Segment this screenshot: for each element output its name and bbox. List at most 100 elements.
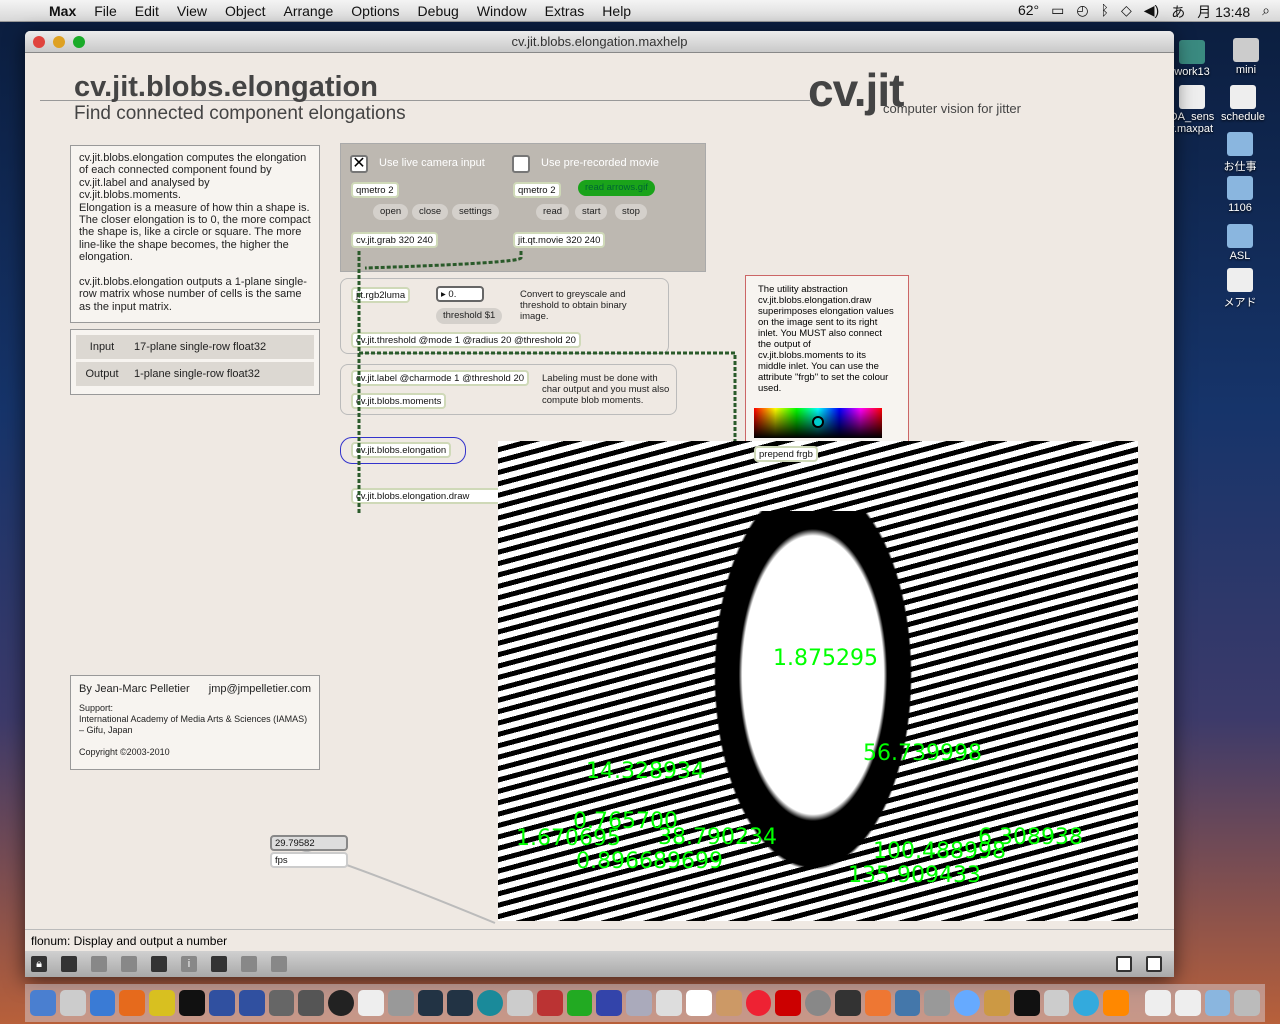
new-object-icon[interactable] [91,956,107,972]
overlay-number: 56.739998 [863,741,982,766]
app-icon[interactable] [954,990,980,1016]
arduino-icon[interactable] [477,990,503,1016]
time-machine-icon[interactable]: ◴ [1076,2,1088,22]
title-bar[interactable]: cv.jit.blobs.elongation.maxhelp [25,31,1174,53]
overlay-number: 1.670695 [516,826,621,851]
desktop-icon[interactable]: schedule [1213,85,1273,123]
app-icon[interactable] [864,990,891,1016]
dashboard-icon[interactable] [59,990,86,1016]
vlc-icon[interactable] [1103,990,1130,1016]
minimize-button[interactable] [53,36,65,48]
bluetooth-icon[interactable]: ᛒ [1101,2,1109,22]
grid-icon[interactable] [241,956,257,972]
processing-icon[interactable] [417,990,444,1016]
menu-help[interactable]: Help [593,3,640,19]
desktop-folder[interactable]: 1106 [1210,176,1270,214]
app-icon[interactable] [1043,990,1070,1016]
display-icon[interactable]: ▭ [1051,2,1064,22]
desktop-folder[interactable]: お仕事 [1210,132,1270,174]
app-icon[interactable] [1013,990,1040,1016]
menu-extras[interactable]: Extras [536,3,594,19]
trash-icon[interactable] [1234,990,1261,1016]
video-display: 1.875295 14.328934 56.739998 0.765700 38… [498,441,1138,921]
menu-object[interactable]: Object [216,3,274,19]
app-icon[interactable] [507,990,533,1016]
status-bar: flonum: Display and output a number [25,929,1174,951]
fps-number-box[interactable]: 29.79582 [270,835,348,851]
garageband-icon[interactable] [715,990,742,1016]
app-icon[interactable] [656,990,682,1016]
document-icon[interactable] [1174,990,1201,1016]
fps-label-object[interactable]: fps [270,852,348,868]
app-icon[interactable] [387,990,414,1016]
delete-icon[interactable] [121,956,137,972]
menu-view[interactable]: View [168,3,216,19]
app-icon[interactable] [805,990,831,1016]
finder-icon[interactable] [30,990,56,1016]
clock[interactable]: 月 13:48 [1197,2,1250,22]
menu-file[interactable]: File [85,3,126,19]
app-icon[interactable] [1073,990,1100,1016]
info-icon[interactable]: i [181,956,197,972]
menu-edit[interactable]: Edit [126,3,168,19]
volume-icon[interactable]: ◀) [1144,2,1159,22]
wifi-icon[interactable]: ◇ [1121,2,1132,22]
menu-arrange[interactable]: Arrange [274,3,342,19]
prepend-object[interactable]: prepend frgb [754,446,818,462]
desktop-label: work13 [1174,66,1210,78]
processing-icon[interactable] [447,990,474,1016]
zoom-button[interactable] [73,36,85,48]
folder-stack-icon[interactable] [1204,990,1231,1016]
patcher-window: cv.jit.blobs.elongation.maxhelp cv.jit.b… [25,31,1174,977]
app-icon[interactable] [984,990,1010,1016]
pd-icon[interactable] [357,990,384,1016]
desktop-folder[interactable]: ASL [1210,224,1270,262]
debug-icon[interactable] [151,956,167,972]
flash-icon[interactable] [775,990,802,1016]
desktop-label: DA_sens r.maxpat [1169,111,1215,135]
app-icon[interactable] [208,990,235,1016]
desktop-label: ASL [1229,250,1251,262]
app-icon[interactable] [149,990,176,1016]
app-icon[interactable] [536,990,563,1016]
piano-icon[interactable] [685,990,712,1016]
desktop-icon[interactable]: メアド [1210,268,1270,310]
app-icon[interactable] [298,990,325,1016]
iphoto-icon[interactable] [894,990,921,1016]
settings-icon[interactable] [271,956,287,972]
sidebar-icon[interactable] [1146,956,1162,972]
menu-options[interactable]: Options [342,3,408,19]
document-icon[interactable] [1145,990,1171,1016]
inspector-icon[interactable] [211,956,227,972]
desktop-label: mini [1235,64,1257,76]
desktop-icon[interactable]: mini [1216,38,1276,76]
desktop-label: お仕事 [1223,161,1257,173]
app-icon[interactable] [626,990,653,1016]
split-view-icon[interactable] [1116,956,1132,972]
menu-debug[interactable]: Debug [409,3,468,19]
app-icon[interactable] [834,990,861,1016]
patcher-canvas[interactable]: cv.jit.blobs.elongation Find connected c… [25,53,1174,929]
app-icon[interactable] [596,990,623,1016]
overlay-number: 0.896689699 [576,849,723,874]
desktop-label: メアド [1223,297,1257,309]
app-icon[interactable] [238,990,265,1016]
temperature[interactable]: 62° [1018,2,1039,22]
menu-app[interactable]: Max [40,3,85,19]
spotlight-icon[interactable]: ⌕ [1262,2,1270,22]
presentation-icon[interactable] [61,956,77,972]
menu-window[interactable]: Window [468,3,536,19]
firefox-icon[interactable] [119,990,146,1016]
lock-icon[interactable]: 🔒︎ [31,956,47,972]
overlay-number: 100.488998 [873,839,1006,864]
overlay-number: 135.909433 [848,863,981,888]
itunes-icon[interactable] [745,990,772,1016]
input-method[interactable]: あ [1171,2,1185,22]
close-button[interactable] [33,36,45,48]
app-icon[interactable] [268,990,295,1016]
app-icon[interactable] [924,990,951,1016]
max5-icon[interactable] [328,990,354,1016]
terminal-icon[interactable] [179,990,205,1016]
safari-icon[interactable] [89,990,116,1016]
activity-monitor-icon[interactable] [566,990,593,1016]
